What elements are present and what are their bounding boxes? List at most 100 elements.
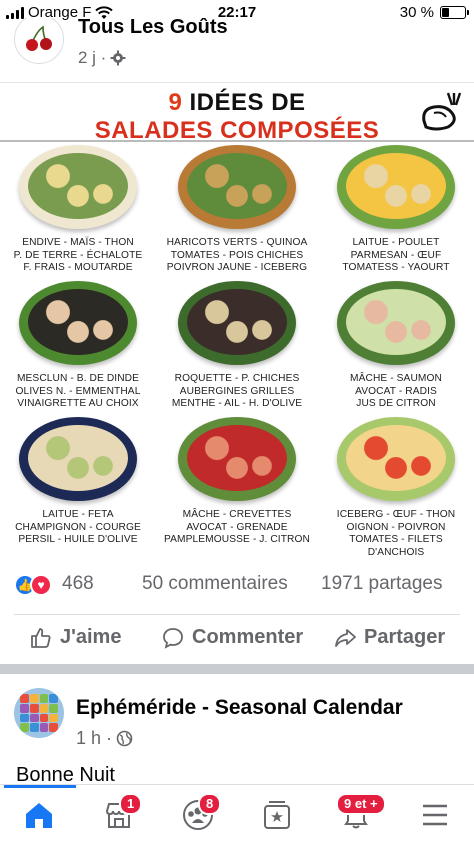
- post2-page-name[interactable]: Ephéméride - Seasonal Calendar: [76, 696, 403, 720]
- post2-meta: 1 h ·: [76, 728, 133, 749]
- post2-avatar[interactable]: [14, 688, 64, 738]
- salad-bowl-image: [178, 281, 296, 365]
- salad-ingredients: [187, 153, 287, 219]
- salad-caption: ROQUETTE - P. CHICHES AUBERGINES GRILLES M…: [162, 373, 312, 411]
- share-icon: [335, 628, 356, 647]
- reaction-count[interactable]: 468: [62, 573, 94, 595]
- menu-icon: [423, 804, 447, 826]
- salad-ingredients: [346, 289, 446, 355]
- salad-bowl-image: [337, 145, 455, 229]
- post-image[interactable]: 9 IDÉES DE SALADES COMPOSÉES ENDIVE - MA…: [0, 82, 474, 558]
- salad-bowl-image: [178, 417, 296, 501]
- salad-caption-line: VINAIGRETTE AU CHOIX: [17, 398, 139, 409]
- comment-icon: [163, 627, 183, 649]
- salad-bowl-image: [19, 417, 137, 501]
- battery-level: [442, 8, 449, 17]
- feeds-star-icon: [264, 801, 290, 829]
- salad-caption-line: ICEBERG - ŒUF - THON: [336, 509, 456, 520]
- salad-caption: MESCLUN - B. DE DINDE OLIVES N. - EMMENTH…: [3, 373, 153, 411]
- salad-ingredients: [28, 425, 128, 491]
- post-meta: 2 j ·: [78, 48, 126, 68]
- salad-caption-line: CHAMPIGNON - COURGE: [15, 521, 141, 533]
- salad-ingredients: [187, 289, 287, 355]
- salad-caption-line: LAITUE - FETA: [42, 509, 114, 520]
- comments-count[interactable]: 50 commentaires: [142, 573, 288, 595]
- salad-caption-line: MENTHE - AIL - H. D'OLIVE: [171, 398, 303, 409]
- title-divider: [0, 140, 474, 142]
- salad-bowl-image: [337, 281, 455, 365]
- nav-groups[interactable]: 8: [176, 793, 222, 833]
- salad-caption-line: P. DE TERRE - ÉCHALOTE: [13, 249, 143, 261]
- feed-separator: [0, 664, 474, 674]
- groups-badge: 8: [198, 793, 222, 815]
- marketplace-badge: 1: [119, 793, 143, 815]
- chef-logo-icon: [422, 92, 462, 131]
- salad-caption-line: AVOCAT - RADIS: [355, 385, 437, 397]
- page-avatar[interactable]: [14, 18, 64, 64]
- salad-caption-line: AVOCAT - GRENADE: [186, 521, 288, 533]
- salad-caption-line: PERSIL - HUILE D'OLIVE: [18, 534, 138, 545]
- divider: [14, 614, 460, 615]
- salad-caption: ICEBERG - ŒUF - THON OIGNON - POIVRON TOMA…: [321, 509, 471, 558]
- salad-card: MÂCHE - SAUMON AVOCAT - RADIS JUS DE CITRO…: [321, 281, 471, 411]
- nav-marketplace[interactable]: 1: [97, 793, 143, 833]
- salad-caption-line: F. FRAIS - MOUTARDE: [23, 262, 133, 273]
- shares-count[interactable]: 1971 partages: [321, 573, 443, 595]
- salad-bowl-image: [337, 417, 455, 501]
- comment-label: Commenter: [192, 626, 304, 648]
- page-name[interactable]: Tous Les Goûts: [78, 18, 228, 39]
- active-tab-indicator: [4, 785, 76, 788]
- salad-card: LAITUE - POULET PARMESAN - ŒUF TOMATESS - …: [321, 145, 471, 275]
- salad-card: MESCLUN - B. DE DINDE OLIVES N. - EMMENTH…: [3, 281, 153, 411]
- salad-ingredients: [346, 153, 446, 219]
- salad-caption-line: OIGNON - POIVRON: [346, 521, 446, 533]
- post-time: 2 j ·: [78, 48, 107, 67]
- post-actions: J'aime Commenter Partager: [0, 620, 474, 660]
- reaction-icons[interactable]: 👍 ♥: [14, 574, 52, 596]
- gear-icon: [110, 50, 126, 66]
- salad-caption-line: OLIVES N. - EMMENTHAL: [15, 385, 141, 397]
- cherries-icon: [26, 25, 52, 51]
- salad-caption: LAITUE - POULET PARMESAN - ŒUF TOMATESS - …: [321, 237, 471, 275]
- salad-ingredients: [28, 289, 128, 355]
- salad-caption: HARICOTS VERTS - QUINOA TOMATES - POIS CH…: [162, 237, 312, 275]
- bottom-nav: 1 8 9 et +: [0, 784, 474, 842]
- salad-bowl-image: [19, 281, 137, 365]
- reaction-summary: 👍 ♥ 468 50 commentaires 1971 partages: [0, 570, 474, 600]
- salad-caption: MÂCHE - SAUMON AVOCAT - RADIS JUS DE CITRO…: [321, 373, 471, 411]
- salad-card: ICEBERG - ŒUF - THON OIGNON - POIVRON TOMA…: [321, 417, 471, 558]
- salad-ingredients: [346, 425, 446, 491]
- like-button[interactable]: J'aime: [30, 626, 121, 649]
- post-header: Tous Les Goûts 2 j ·: [0, 18, 474, 80]
- salad-caption-line: POIVRON JAUNE - ICEBERG: [166, 262, 308, 273]
- post2-time: 1 h ·: [76, 728, 113, 748]
- salad-caption-line: PARMESAN - ŒUF: [350, 249, 442, 261]
- image-title: 9 IDÉES DE SALADES COMPOSÉES: [0, 89, 474, 145]
- globe-icon: [116, 730, 133, 747]
- nav-home[interactable]: [17, 797, 61, 833]
- notifications-badge: 9 et +: [336, 793, 386, 815]
- salad-ingredients: [28, 153, 128, 219]
- salad-bowl-image: [19, 145, 137, 229]
- salad-caption-line: ENDIVE - MAÏS - THON: [22, 237, 134, 248]
- thumbs-up-icon: [31, 627, 51, 648]
- salad-caption-line: LAITUE - POULET: [352, 237, 440, 248]
- salad-caption-line: MÂCHE - CREVETTES: [182, 509, 292, 520]
- love-reaction-icon: ♥: [30, 574, 52, 596]
- nav-menu[interactable]: [413, 797, 457, 833]
- share-label: Partager: [364, 626, 446, 648]
- salad-caption-line: MESCLUN - B. DE DINDE: [16, 373, 140, 384]
- salad-caption-line: AUBERGINES GRILLES: [179, 385, 295, 397]
- title-number: 9: [168, 89, 183, 116]
- salad-caption-line: ROQUETTE - P. CHICHES: [174, 373, 300, 384]
- comment-button[interactable]: Commenter: [162, 626, 303, 649]
- salad-caption: LAITUE - FETA CHAMPIGNON - COURGE PERSIL -…: [3, 509, 153, 547]
- salad-card: ENDIVE - MAÏS - THON P. DE TERRE - ÉCHALO…: [3, 145, 153, 275]
- home-icon: [26, 803, 52, 828]
- nav-notifications[interactable]: 9 et +: [334, 793, 386, 833]
- salad-caption: MÂCHE - CREVETTES AVOCAT - GRENADE PAMPLEM…: [162, 509, 312, 547]
- salad-card: ROQUETTE - P. CHICHES AUBERGINES GRILLES M…: [162, 281, 312, 411]
- nav-feeds[interactable]: [255, 797, 299, 833]
- salad-card: MÂCHE - CREVETTES AVOCAT - GRENADE PAMPLEM…: [162, 417, 312, 547]
- share-button[interactable]: Partager: [334, 626, 445, 649]
